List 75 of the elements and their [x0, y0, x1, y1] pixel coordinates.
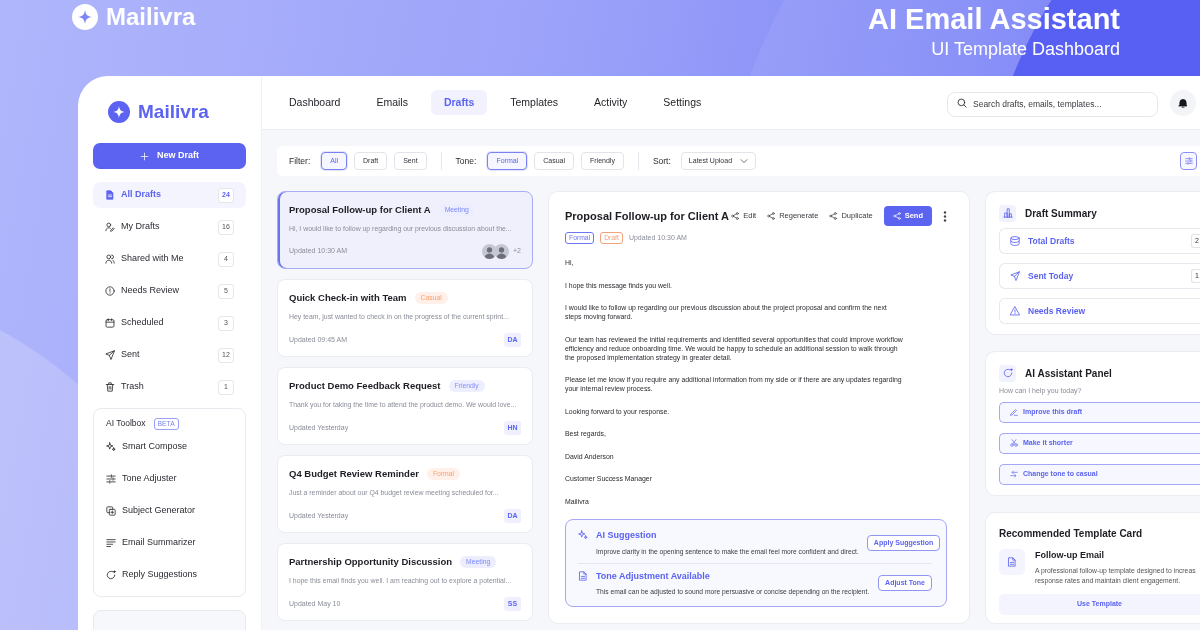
chevron-down-icon [740, 157, 749, 165]
send-icon [1010, 271, 1020, 281]
new-draft-button[interactable]: New Draft [93, 143, 246, 169]
trash-icon [105, 382, 115, 392]
calendar-icon [105, 318, 115, 328]
brand-name: Mailivra [106, 3, 196, 31]
file-icon [105, 190, 115, 200]
users-icon [105, 254, 115, 264]
search-field[interactable]: Search drafts, emails, templates... [947, 91, 1158, 117]
nav-tab[interactable]: Activity [581, 89, 641, 116]
refresh-icon [106, 570, 116, 580]
scissors-icon [1010, 439, 1018, 447]
sparkle-icon [106, 442, 116, 452]
toolbox-item[interactable]: Smart Compose [106, 431, 233, 463]
toolbox-item[interactable]: Tone Adjuster [106, 463, 233, 495]
plus-icon [140, 151, 149, 161]
email-subject: Proposal Follow-up for Client A [565, 208, 729, 224]
user-edit-icon [105, 222, 115, 232]
notifications-button[interactable] [1170, 89, 1196, 116]
search-icon [957, 97, 967, 108]
toolbox-item[interactable]: Subject Generator [106, 495, 233, 527]
sparkle-icon [578, 530, 588, 540]
stat-row[interactable]: Needs Review [999, 298, 1200, 324]
copy-icon [106, 506, 116, 516]
send-icon [105, 350, 115, 360]
bar-chart-icon [999, 204, 1016, 222]
share-icon [892, 212, 901, 220]
nav-tab[interactable]: Emails [363, 89, 421, 116]
refresh-icon [999, 364, 1016, 382]
filter-label: Filter: [289, 154, 311, 168]
card-title: Recommended Template Card [999, 527, 1144, 541]
draft-title: Proposal Follow-up for Client A [289, 203, 431, 217]
share-icon [731, 212, 740, 220]
draft-title: Product Demo Feedback Request [289, 379, 441, 393]
nav-tab[interactable]: Drafts [430, 89, 488, 116]
document-icon [578, 570, 588, 581]
template-name: Follow-up Email [1035, 549, 1105, 562]
document-icon [999, 549, 1025, 575]
warning-icon [1010, 306, 1020, 316]
share-icon [767, 212, 776, 220]
suggestion-title: Tone Adjustment Available [596, 569, 711, 583]
toolbox-title: AI Toolbox [106, 417, 146, 430]
card-title: Draft Summary [1025, 206, 1097, 221]
banner-title: AI Email Assistant [868, 3, 1120, 36]
more-icon[interactable] [943, 210, 947, 222]
bell-icon [1178, 97, 1188, 108]
stat-label: Needs Review [1028, 304, 1086, 318]
draft-title: Partnership Opportunity Discussion [289, 555, 453, 569]
card-title: AI Assistant Panel [1025, 366, 1112, 381]
nav-tab[interactable]: Settings [650, 89, 715, 116]
toolbox-item[interactable]: Reply Suggestions [106, 559, 233, 591]
suggestion-title: AI Suggestion [596, 529, 658, 542]
text-lines-icon [106, 538, 116, 548]
stat-label: Sent Today [1028, 269, 1074, 283]
banner-subtitle: UI Template Dashboard [930, 38, 1120, 60]
filter-label: Sort: [652, 154, 671, 168]
stat-label: Total Drafts [1028, 234, 1075, 248]
sliders-icon [106, 474, 116, 484]
brand-name: Mailivra [138, 99, 209, 124]
alert-circle-icon [105, 286, 115, 296]
toolbox-item[interactable]: Email Summarizer [106, 527, 233, 559]
sliders-icon [1184, 157, 1193, 165]
stack-icon [1010, 236, 1020, 246]
share-icon [829, 212, 838, 220]
filter-settings-button[interactable] [1180, 152, 1197, 170]
nav-tab[interactable]: Templates [497, 89, 572, 116]
draft-title: Quick Check-in with Team [289, 291, 407, 305]
logo-icon [72, 4, 98, 30]
swap-icon [1010, 470, 1018, 478]
draft-title: Q4 Budget Review Reminder [289, 467, 419, 481]
pen-icon [1010, 408, 1018, 416]
nav-tab[interactable]: Dashboard [276, 89, 354, 116]
logo-icon [108, 101, 130, 123]
filter-label: Tone: [455, 154, 477, 168]
avatar-icon [494, 244, 509, 259]
